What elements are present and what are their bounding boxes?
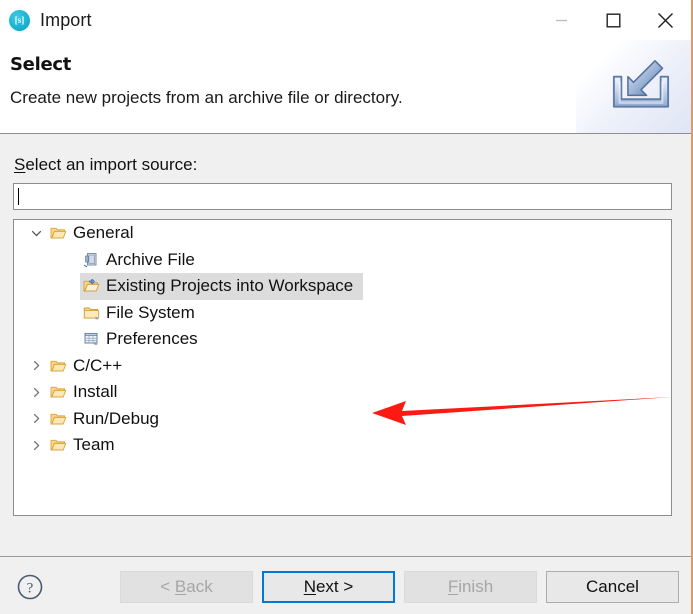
title-bar: [s] Import [0,0,691,40]
tree-item-label: Install [73,382,118,402]
chevron-down-icon[interactable] [31,228,42,239]
eclipse-icon-glyph: [s] [14,14,25,25]
chevron-right-icon[interactable] [31,387,42,398]
tree-twisty[interactable] [25,360,47,371]
wizard-button-row: < Back Next > Finish Cancel [120,571,679,603]
import-dialog: [s] Import Select Create new projects fr… [0,0,693,614]
tree-item-content: Preferences [80,326,208,353]
tree-item-content: Team [47,432,125,459]
tree-item-label: Run/Debug [73,408,160,428]
source-label-rest: elect an import source: [25,155,198,174]
help-question-icon: ? [17,574,43,600]
minimize-button[interactable] [535,0,587,40]
tree-item-content: General [47,220,143,247]
tree-twisty[interactable] [25,228,47,239]
close-icon [657,12,673,28]
source-field-label: Select an import source: [14,155,197,175]
page-description: Create new projects from an archive file… [10,88,403,107]
wizard-header: Select Create new projects from an archi… [0,40,691,134]
next-button[interactable]: Next > [262,571,395,603]
tree-item-content: Existing Projects into Workspace [80,273,364,300]
import-source-tree[interactable]: General Archive File Existing Projects int… [13,219,672,516]
tree-item-icon [47,384,69,400]
tree-item-icon [47,225,69,241]
help-button[interactable]: ? [16,573,44,601]
tree-item-label: Team [73,435,115,455]
open-folder-icon [50,413,66,425]
eclipse-import-icon: [s] [9,9,30,31]
tree-item[interactable]: Preferences [14,326,671,353]
close-button[interactable] [639,0,691,40]
tree-item-icon [47,411,69,427]
tree-item-icon [47,358,69,374]
tree-item-content: C/C++ [47,353,132,380]
minimize-icon [555,19,567,21]
preferences-icon [84,333,98,346]
button-label: Finish [447,577,494,596]
import-tray-arrow-icon [612,60,670,108]
dialog-footer: ? < Back Next > Finish Cancel [0,556,691,614]
svg-text:?: ? [27,581,34,597]
tree-item-content: File System [80,300,205,327]
file-system-folder-icon [83,307,99,319]
tree-item-label: File System [106,302,195,322]
tree-item-icon [47,437,69,453]
back-button: < Back [120,571,253,603]
existing-projects-icon [83,279,99,292]
chevron-right-icon[interactable] [31,360,42,371]
maximize-icon [606,13,621,28]
tree-item-icon [80,305,102,321]
tree-item-icon [80,331,102,347]
button-label: < Back [160,577,213,596]
tree-item-label: Preferences [106,329,198,349]
tree-item-icon [80,252,102,268]
tree-item[interactable]: Existing Projects into Workspace [14,273,671,300]
wizard-body: Select an import source: General Archive … [0,135,691,555]
tree-item[interactable]: Install [14,379,671,406]
tree-item[interactable]: File System [14,300,671,327]
tree-item-content: Archive File [80,247,205,274]
tree-item-content: Run/Debug [47,406,169,433]
page-title: Select [10,54,72,75]
cancel-button[interactable]: Cancel [546,571,679,603]
import-source-filter-input[interactable] [13,183,672,210]
chevron-right-icon[interactable] [31,440,42,451]
tree-item-label: General [73,223,134,243]
tree-item-label: Archive File [106,249,195,269]
open-folder-icon [50,360,66,372]
tree-item-content: Install [47,379,127,406]
open-folder-icon [50,440,66,451]
tree-item[interactable]: Run/Debug [14,406,671,433]
source-label-mnemonic: S [14,155,26,174]
window-title: Import [40,9,92,30]
window-controls [535,0,691,40]
tree-item[interactable]: C/C++ [14,353,671,380]
finish-button: Finish [404,571,537,603]
open-folder-icon [50,387,66,398]
button-label: Cancel [586,577,639,596]
tree-item[interactable]: General [14,220,671,247]
open-folder-icon [50,228,66,239]
tree-item[interactable]: Archive File [14,247,671,274]
tree-twisty[interactable] [25,413,47,424]
maximize-button[interactable] [587,0,639,40]
tree-twisty[interactable] [25,387,47,398]
tree-item-label: C/C++ [73,355,123,375]
button-label: Next > [303,577,354,596]
archive-file-icon [83,252,96,268]
tree-twisty[interactable] [25,440,47,451]
tree-item[interactable]: Team [14,432,671,459]
tree-item-label: Existing Projects into Workspace [106,276,354,296]
tree-item-icon [80,278,102,294]
text-caret [18,188,19,205]
chevron-right-icon[interactable] [31,413,42,424]
